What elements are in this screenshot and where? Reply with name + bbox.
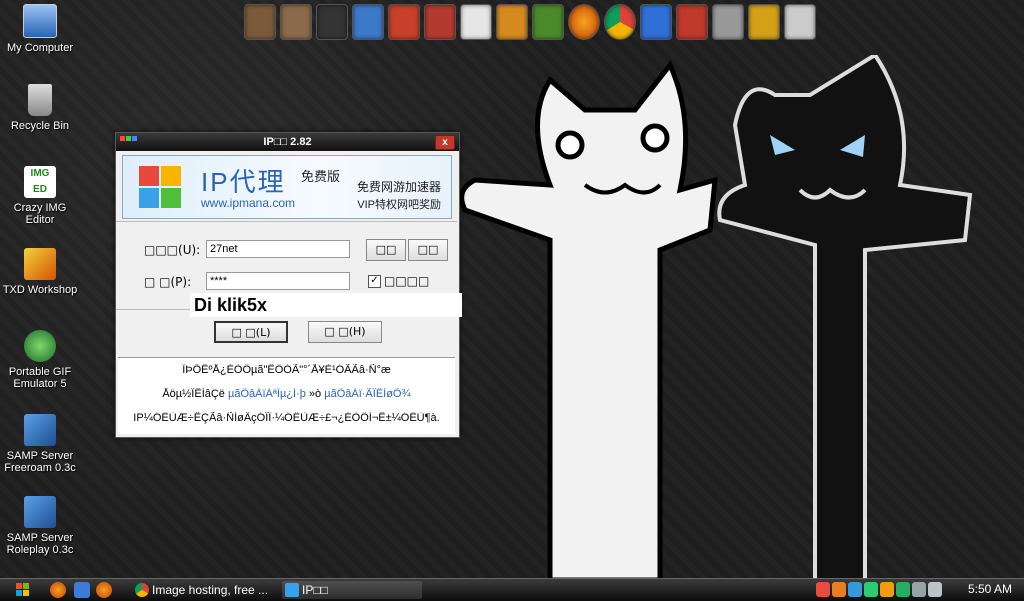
remember-checkbox[interactable]: ✓ [368,275,381,288]
recycle-bin-icon [28,84,52,116]
divider [116,221,457,222]
taskbar-item-ip-proxy[interactable]: IP□□ [282,581,422,599]
globe-icon [24,330,56,362]
game-icon[interactable] [424,4,456,40]
top-dock [244,4,816,42]
contact-link[interactable]: µãÕâÀïÁªÏµ¿Í·þ [228,388,306,400]
img-editor-icon: IMG ED [24,166,56,198]
notice-text: »ò [305,388,325,400]
game-icon[interactable] [352,4,384,40]
window-titlebar[interactable]: IP□□ 2.82 x [116,133,459,151]
desktop-icon-label: SAMP Server Freeroam 0.3c [4,450,76,474]
taskbar-item-label: IP□□ [302,583,328,597]
cube-logo-icon [139,166,181,208]
stamp-icon[interactable] [460,4,492,40]
avatar-icon[interactable] [280,4,312,40]
desktop-icon-samp-freeroam[interactable]: SAMP Server Freeroam 0.3c [0,414,80,474]
firefox-icon[interactable] [96,582,112,598]
desktop-icon[interactable] [74,582,90,598]
notice-line: IP¼ÓËÙÆ÷ÊÇÃâ·ÑÍøÂçÓÎÏ·¼ÓËÙÆ÷£¬¿ÉÒÔÍ¬Ê±¼Ó… [133,412,440,424]
firefox-icon[interactable] [568,4,600,40]
app-icon[interactable] [676,4,708,40]
desktop-icon-label: SAMP Server Roleplay 0.3c [6,532,74,556]
website-link[interactable]: µãÕâÀï·ÃÎÊÍøÕ¾ [324,388,410,400]
login-button[interactable]: □ □(L) [214,321,288,343]
taskbar-item-browser[interactable]: Image hosting, free ... [132,581,272,599]
username-input[interactable] [206,240,350,258]
website-url[interactable]: www.ipmana.com [201,196,295,210]
notice-line: Åöµ½ÎÊÌâÇë µãÕâÀïÁªÏµ¿Í·þ »ò µãÕâÀï·ÃÎÊÍ… [118,388,455,400]
taskbar-item-label: Image hosting, free ... [152,583,269,597]
tray-icon[interactable] [864,582,878,597]
app-icon [285,583,299,597]
desktop-icon-my-computer[interactable]: My Computer [0,4,80,54]
clock[interactable]: 5:50 AM [968,582,1012,596]
notice-line: ÏÞÕÊºÅ¿ÉÒÔµã"ÊÔÓÃ"°´Å¥È¹ÓÃÃâ·Ñ°æ [182,364,391,376]
app-icon[interactable] [640,4,672,40]
notice-text: Åöµ½ÎÊÌâÇë [162,388,228,400]
notice-area: ÏÞÕÊºÅ¿ÉÒÔµã"ÊÔÓÃ"°´Å¥È¹ÓÃÃâ·Ñ°æ Åöµ½ÎÊÌ… [118,357,455,434]
password-input[interactable] [206,272,350,290]
forgot-button[interactable]: □□ [408,239,448,261]
windows-start-icon[interactable] [6,581,40,599]
tray-icon[interactable] [896,582,910,597]
computer-icon [23,4,57,38]
chrome-icon[interactable] [604,4,636,40]
free-edition-label: 免费版 [301,169,341,184]
banner-tagline-vip: VIP特权网吧奖励 [357,199,441,211]
chrome-icon [135,583,149,597]
window-title: IP□□ 2.82 [263,136,312,148]
network-icon[interactable] [912,582,926,597]
password-label: □ □(P): [144,275,192,289]
tray-icon[interactable] [848,582,862,597]
crossfire-icon[interactable] [316,4,348,40]
shortcut-icon [24,496,56,528]
txd-workshop-icon [24,248,56,280]
desktop-icon-crazy-img-editor[interactable]: IMG ED Crazy IMG Editor [0,166,80,226]
desktop-icon-samp-roleplay[interactable]: SAMP Server Roleplay 0.3c [0,496,80,556]
black-cat-illustration [717,55,973,580]
desktop-icon-recycle-bin[interactable]: Recycle Bin [0,84,80,132]
desktop-icon-label: Portable GIF Emulator 5 [8,366,72,390]
taskbar: Image hosting, free ... IP□□ 5:50 AM [0,578,1024,601]
volume-icon[interactable] [928,582,942,597]
game-icon[interactable] [532,4,564,40]
firefox-icon[interactable] [50,582,66,598]
brand-title: IP代理 [201,167,286,197]
annotation-label: Di klik5x [190,293,462,317]
recycle-icon[interactable] [784,4,816,40]
desktop-icon-label: Recycle Bin [10,120,70,132]
game-icon[interactable] [388,4,420,40]
username-label: □□□(U): [144,243,201,257]
game-icon[interactable] [496,4,528,40]
white-cat-illustration [459,60,718,580]
system-tray [816,582,942,597]
ip-proxy-window: IP□□ 2.82 x IP代理 免费版 www.ipmana.com 免费网游… [115,132,460,438]
window-app-icon [120,136,137,141]
desktop-icon-label: My Computer [6,42,74,54]
register-button[interactable]: □□ [366,239,406,261]
desktop-icon-txd-workshop[interactable]: TXD Workshop [0,248,80,296]
tray-icon[interactable] [832,582,846,597]
tools-icon[interactable] [748,4,780,40]
banner-tagline: 免费网游加速器 [356,180,441,194]
desktop-icon-label: Crazy IMG Editor [13,202,67,226]
tools-icon[interactable] [712,4,744,40]
close-button[interactable]: x [435,135,455,150]
tray-icon[interactable] [880,582,894,597]
help-button[interactable]: □ □(H) [308,321,382,343]
shortcut-icon [24,414,56,446]
desktop-icon-portable-gif-emulator[interactable]: Portable GIF Emulator 5 [0,330,80,390]
avatar-icon[interactable] [244,4,276,40]
banner: IP代理 免费版 www.ipmana.com 免费网游加速器 VIP特权网吧奖… [122,155,452,219]
desktop-icon-label: TXD Workshop [2,284,78,296]
remember-label: □□□□ [384,274,430,288]
tray-icon[interactable] [816,582,830,597]
